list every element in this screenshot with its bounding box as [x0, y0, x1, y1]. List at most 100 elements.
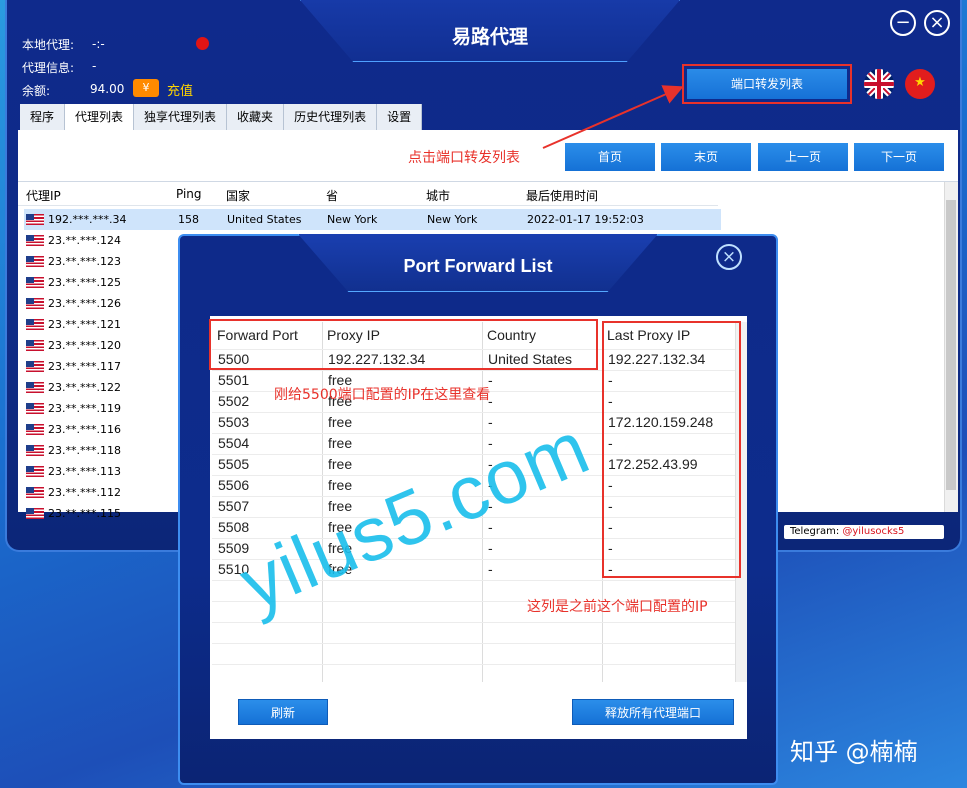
- proxy-cell-ip: 23.**.***.125: [48, 276, 121, 289]
- column-header-city[interactable]: 城市: [426, 187, 450, 204]
- recharge-icon[interactable]: ¥: [133, 79, 159, 97]
- dialog-close-icon: ×: [721, 247, 737, 267]
- row-divider: [212, 580, 735, 581]
- us-flag-icon: [26, 256, 44, 267]
- highlight-box-last-ip: [602, 321, 741, 578]
- pf-cell-port: 5508: [218, 519, 250, 535]
- app-title: 易路代理: [451, 26, 528, 48]
- proxy-cell-ip: 192.***.***.34: [48, 213, 127, 226]
- release-all-ports-button[interactable]: 释放所有代理端口: [572, 699, 734, 725]
- us-flag-icon: [26, 403, 44, 414]
- telegram-bar[interactable]: Telegram: @yilusocks5: [784, 525, 944, 539]
- pf-cell-port: 5506: [218, 477, 250, 493]
- us-flag-icon: [26, 424, 44, 435]
- proxy-cell-ip: 23.**.***.112: [48, 486, 121, 499]
- column-header-ip[interactable]: 代理IP: [26, 187, 61, 204]
- pf-cell-proxy-ip: free: [328, 414, 353, 430]
- last-page-button[interactable]: 末页: [661, 143, 751, 171]
- pf-cell-country: -: [488, 456, 493, 472]
- tab-program[interactable]: 程序: [20, 104, 66, 130]
- us-flag-icon: [26, 277, 44, 288]
- pf-cell-country: -: [488, 540, 493, 556]
- us-flag-icon: [26, 235, 44, 246]
- close-button[interactable]: ×: [924, 10, 950, 36]
- balance-value: 94.00: [90, 82, 125, 96]
- us-flag-icon: [26, 214, 44, 225]
- column-header-ping[interactable]: Ping: [176, 187, 202, 201]
- tab-proxy-list[interactable]: 代理列表: [65, 104, 135, 130]
- us-flag-icon: [26, 319, 44, 330]
- highlight-box-current-ip: [209, 319, 598, 370]
- prev-page-button[interactable]: 上一页: [758, 143, 848, 171]
- tab-exclusive-proxy-list[interactable]: 独享代理列表: [134, 104, 228, 130]
- tab-settings[interactable]: 设置: [377, 104, 423, 130]
- us-flag-icon: [26, 361, 44, 372]
- annotation-port-5500: 刚给5500端口配置的IP在这里查看: [274, 387, 491, 403]
- pf-cell-proxy-ip: free: [328, 456, 353, 472]
- us-flag-icon: [26, 508, 44, 519]
- english-language-icon[interactable]: [864, 69, 894, 99]
- minimize-button[interactable]: −: [890, 10, 916, 36]
- port-forward-list-label: 端口转发列表: [687, 69, 847, 99]
- proxy-cell-ping: 158: [178, 213, 199, 226]
- tab-bar: 程序 代理列表 独享代理列表 收藏夹 历史代理列表 设置: [20, 104, 423, 130]
- recharge-link[interactable]: 充值: [167, 80, 193, 99]
- minimize-icon: −: [895, 12, 911, 33]
- local-proxy-value: -:-: [92, 37, 105, 51]
- first-page-button[interactable]: 首页: [565, 143, 655, 171]
- pf-cell-proxy-ip: free: [328, 519, 353, 535]
- column-header-state[interactable]: 省: [326, 187, 338, 204]
- dialog-close-button[interactable]: ×: [716, 244, 742, 270]
- pf-cell-port: 5504: [218, 435, 250, 451]
- us-flag-icon: [26, 487, 44, 498]
- pf-cell-port: 5509: [218, 540, 250, 556]
- column-divider: [482, 322, 483, 682]
- row-divider: [212, 643, 735, 644]
- proxy-cell-city: New York: [427, 213, 478, 226]
- pf-cell-country: -: [488, 414, 493, 430]
- us-flag-icon: [26, 298, 44, 309]
- proxy-cell-ip: 23.**.***.117: [48, 360, 121, 373]
- us-flag-icon: [26, 382, 44, 393]
- pf-cell-port: 5502: [218, 393, 250, 409]
- annotation-last-ip-column: 这列是之前这个端口配置的IP: [527, 599, 708, 615]
- telegram-label: Telegram:: [790, 526, 843, 537]
- proxy-row[interactable]: 192.***.***.34 158 United States New York Ne…: [24, 209, 721, 230]
- proxy-list-scroll-thumb[interactable]: [946, 200, 956, 490]
- us-flag-icon: [26, 466, 44, 477]
- balance-label: 余额:: [22, 84, 51, 98]
- us-flag-icon: [26, 340, 44, 351]
- proxy-list-header: [18, 182, 718, 206]
- pf-cell-country: -: [488, 498, 493, 514]
- tab-history-proxy-list[interactable]: 历史代理列表: [284, 104, 378, 130]
- pf-cell-proxy-ip: free: [328, 540, 353, 556]
- column-header-last-used[interactable]: 最后使用时间: [526, 187, 598, 204]
- proxy-cell-ip: 23.**.***.124: [48, 234, 121, 247]
- row-divider: [212, 664, 735, 665]
- close-icon: ×: [929, 12, 945, 33]
- pf-cell-country: -: [488, 435, 493, 451]
- pf-cell-port: 5507: [218, 498, 250, 514]
- pf-cell-port: 5510: [218, 561, 250, 577]
- port-forward-list-button[interactable]: 端口转发列表: [682, 64, 852, 104]
- telegram-handle[interactable]: @yilusocks5: [842, 526, 904, 537]
- chinese-language-icon[interactable]: ★: [905, 69, 935, 99]
- pf-cell-proxy-ip: free: [328, 498, 353, 514]
- proxy-cell-state: New York: [327, 213, 378, 226]
- local-proxy-label: 本地代理:: [22, 38, 75, 52]
- row-divider: [212, 622, 735, 623]
- column-header-country[interactable]: 国家: [226, 187, 250, 204]
- tab-favorites[interactable]: 收藏夹: [227, 104, 285, 130]
- proxy-info-value: -: [92, 59, 97, 73]
- proxy-cell-ip: 23.**.***.116: [48, 423, 121, 436]
- next-page-button[interactable]: 下一页: [854, 143, 944, 171]
- pf-cell-country: -: [488, 519, 493, 535]
- pf-cell-proxy-ip: free: [328, 435, 353, 451]
- pf-cell-proxy-ip: free: [328, 561, 353, 577]
- refresh-button[interactable]: 刷新: [238, 699, 328, 725]
- dialog-title: Port Forward List: [403, 256, 553, 276]
- pf-cell-port: 5501: [218, 372, 250, 388]
- column-divider: [322, 322, 323, 682]
- us-flag-icon: [26, 445, 44, 456]
- proxy-cell-ip: 23.**.***.121: [48, 318, 121, 331]
